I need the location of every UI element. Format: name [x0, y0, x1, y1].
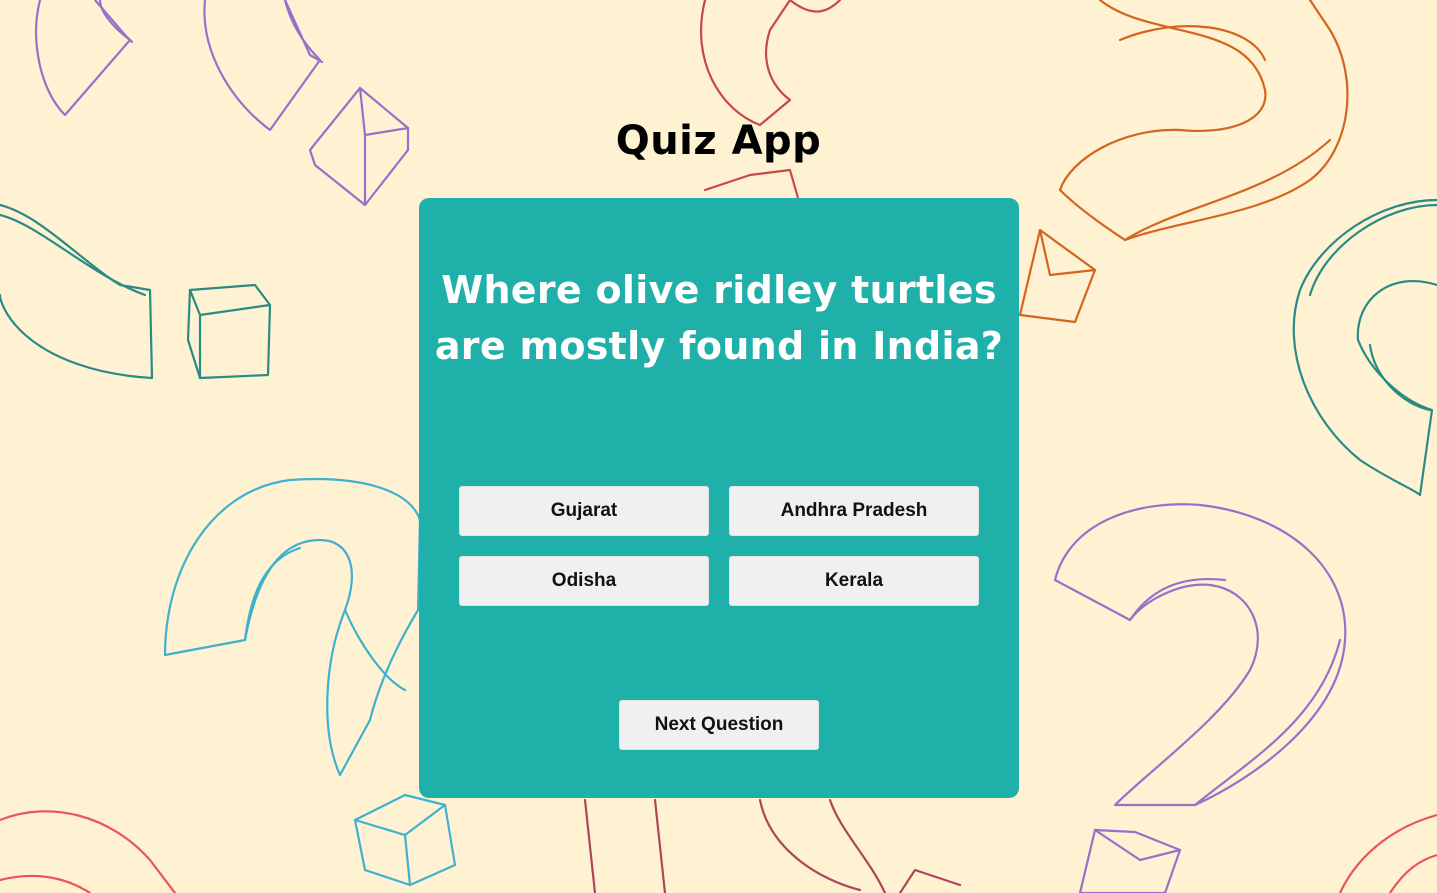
question-mark-doodle-icon — [700, 0, 842, 200]
answer-options: Gujarat Andhra Pradesh Odisha Kerala — [459, 486, 979, 606]
question-mark-doodle-icon — [583, 798, 962, 893]
quiz-card: Where olive ridley turtles are mostly fo… — [419, 198, 1019, 798]
answer-option-kerala[interactable]: Kerala — [729, 556, 979, 606]
question-mark-doodle-icon — [1292, 198, 1437, 497]
question-mark-doodle-icon — [0, 810, 1437, 893]
question-mark-doodle-icon — [1053, 503, 1347, 893]
app-title: Quiz App — [615, 118, 822, 164]
question-mark-doodle-icon — [0, 203, 272, 380]
question-mark-doodle-icon — [163, 477, 457, 887]
answer-option-gujarat[interactable]: Gujarat — [459, 486, 709, 536]
answer-option-odisha[interactable]: Odisha — [459, 556, 709, 606]
question-mark-doodle-icon — [35, 0, 410, 207]
question-text: Where olive ridley turtles are mostly fo… — [434, 268, 1004, 368]
next-question-button[interactable]: Next Question — [619, 700, 819, 750]
answer-option-andhra-pradesh[interactable]: Andhra Pradesh — [729, 486, 979, 536]
